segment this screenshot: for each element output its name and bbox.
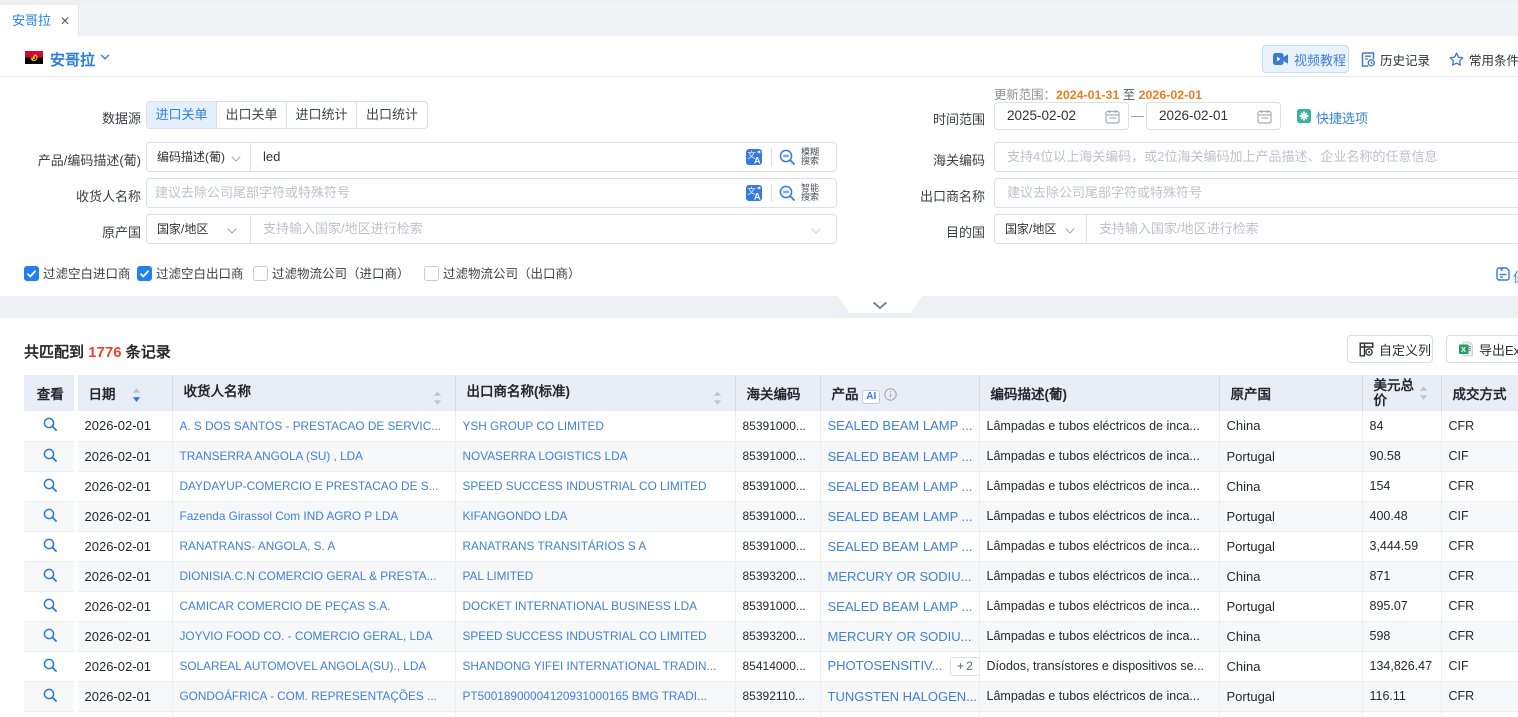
svg-text:X: X bbox=[1461, 345, 1466, 354]
svg-text:A: A bbox=[754, 192, 761, 202]
svg-text:A: A bbox=[754, 156, 761, 166]
